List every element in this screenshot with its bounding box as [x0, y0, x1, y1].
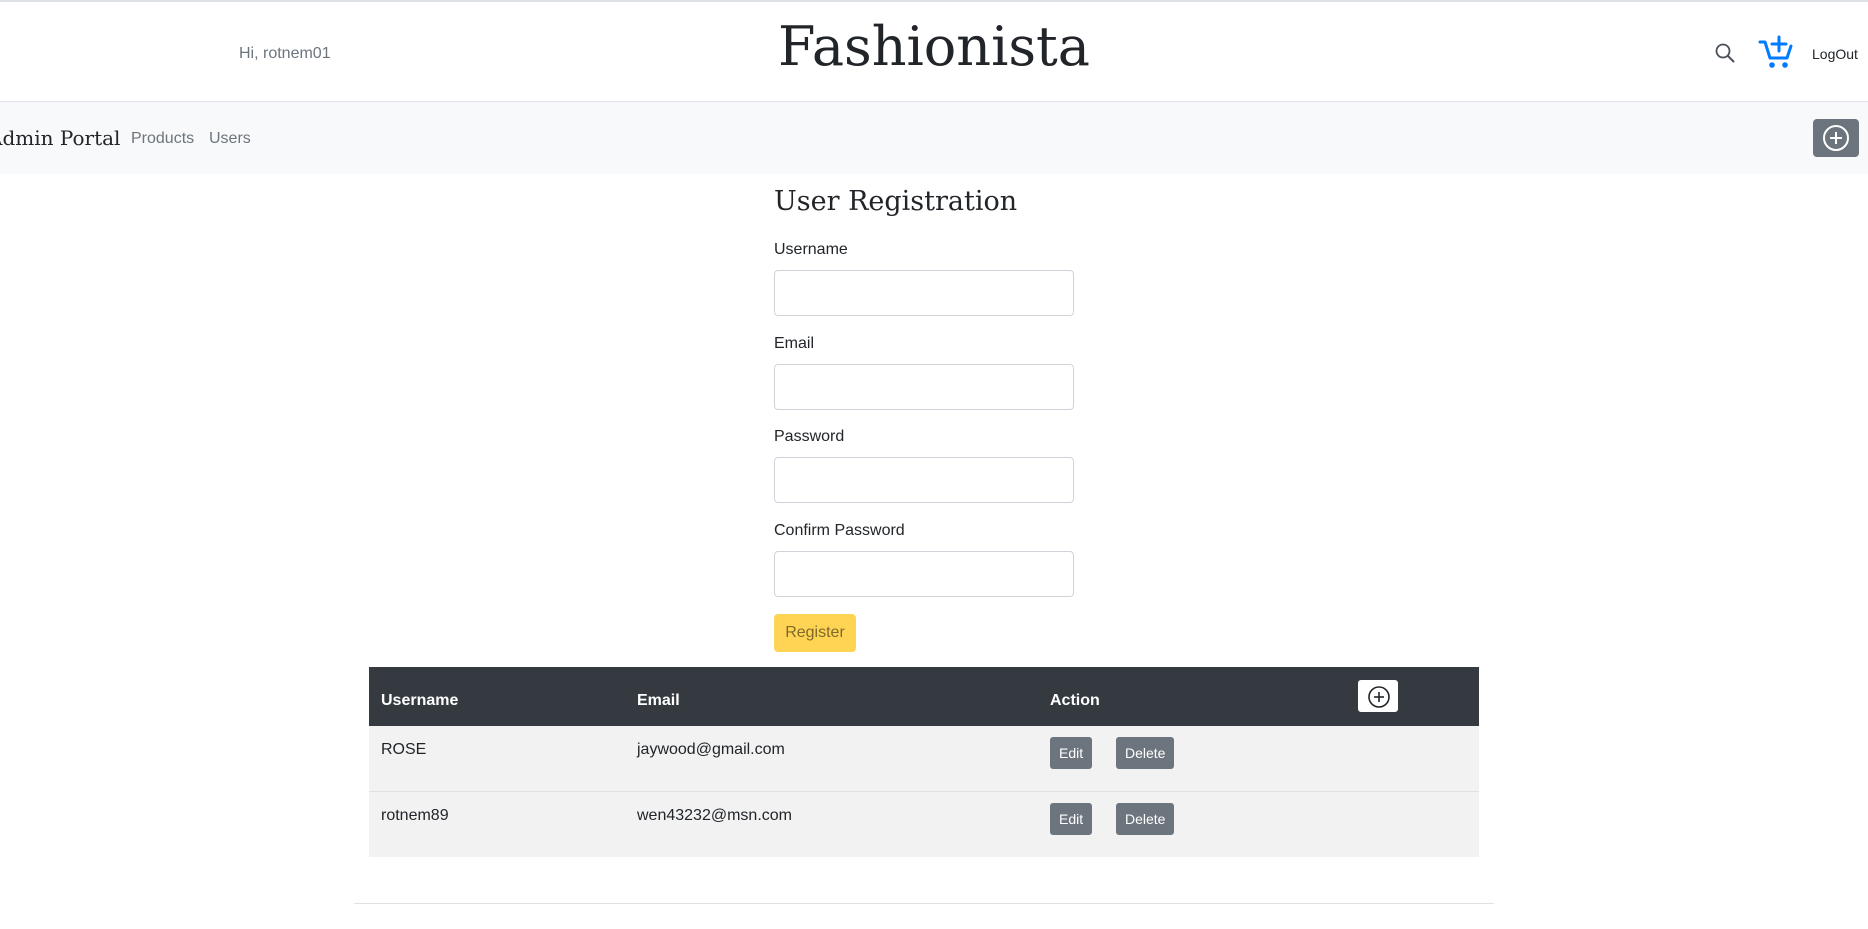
add-user-button[interactable]: [1358, 680, 1398, 712]
confirm-password-input[interactable]: [774, 551, 1074, 597]
nav-users-link[interactable]: Users: [209, 130, 251, 148]
plus-circle-icon: [1368, 686, 1390, 708]
password-input[interactable]: [774, 457, 1074, 503]
column-header-action: Action: [1050, 692, 1100, 709]
delete-button[interactable]: Delete: [1116, 803, 1175, 835]
edit-button[interactable]: Edit: [1050, 803, 1093, 835]
add-to-cart-icon[interactable]: [1758, 34, 1794, 70]
footer-divider: [354, 903, 1494, 904]
column-header-username: Username: [381, 692, 459, 709]
username-input[interactable]: [774, 270, 1074, 316]
admin-portal-brand[interactable]: Admin Portal: [0, 126, 120, 150]
edit-button[interactable]: Edit: [1050, 737, 1093, 769]
email-input[interactable]: [774, 364, 1074, 410]
table-row: ROSE jaywood@gmail.com Edit Delete: [369, 726, 1479, 792]
table-header: Username Email Action: [369, 667, 1479, 726]
add-button[interactable]: [1813, 119, 1859, 157]
plus-circle-icon: [1823, 125, 1849, 151]
username-label: Username: [774, 241, 848, 258]
table-row: rotnem89 wen43232@msn.com Edit Delete: [369, 792, 1479, 857]
cell-email: wen43232@msn.com: [637, 807, 792, 824]
confirm-password-label: Confirm Password: [774, 522, 905, 539]
admin-navbar: Admin Portal Products Users: [0, 102, 1868, 174]
site-header: Hi, rotnem01 Fashionista LogOut: [0, 2, 1868, 102]
cell-username: ROSE: [381, 741, 427, 758]
nav-products-link[interactable]: Products: [131, 130, 194, 148]
email-label: Email: [774, 335, 815, 352]
password-label: Password: [774, 428, 845, 445]
register-button[interactable]: Register: [774, 614, 856, 652]
cell-email: jaywood@gmail.com: [637, 741, 785, 758]
logout-link[interactable]: LogOut: [1812, 46, 1858, 62]
search-icon[interactable]: [1714, 42, 1736, 64]
cell-username: rotnem89: [381, 807, 449, 824]
column-header-email: Email: [637, 692, 680, 709]
delete-button[interactable]: Delete: [1116, 737, 1175, 769]
users-table: Username Email Action ROSE jaywood@gmail…: [369, 667, 1479, 857]
site-brand[interactable]: Fashionista: [0, 15, 1868, 78]
registration-title: User Registration: [774, 186, 1018, 217]
